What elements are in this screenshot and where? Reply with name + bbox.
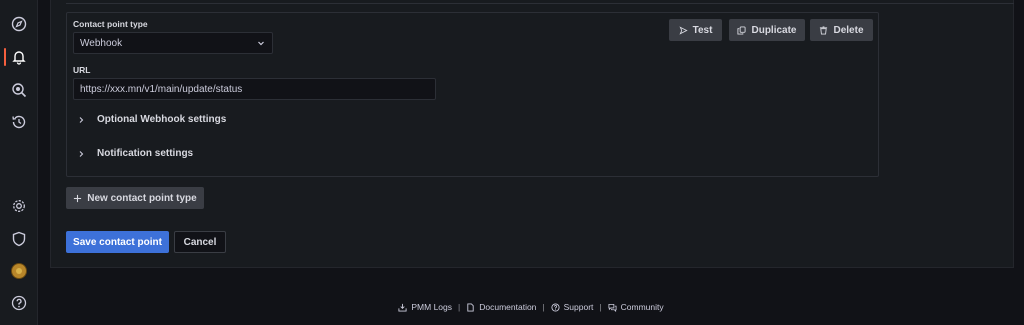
save-contact-point-label: Save contact point — [73, 236, 162, 248]
duplicate-label: Duplicate — [751, 24, 797, 36]
plus-icon — [74, 194, 82, 202]
gear-icon[interactable] — [9, 196, 29, 216]
footer-separator: | — [458, 302, 461, 312]
new-contact-point-type-button[interactable]: New contact point type — [66, 187, 204, 209]
chevron-down-icon — [258, 41, 264, 46]
contact-point-card: Contact point type Webhook URL https://x… — [66, 12, 879, 177]
send-icon — [679, 25, 688, 35]
copy-icon — [737, 25, 747, 35]
notification-settings-toggle[interactable]: Notification settings — [77, 148, 193, 159]
url-input[interactable]: https://xxx.mn/v1/main/update/status — [73, 78, 436, 100]
chevron-right-icon — [79, 150, 84, 157]
url-label: URL — [73, 65, 91, 75]
contact-point-type-select[interactable]: Webhook — [73, 32, 273, 54]
cancel-label: Cancel — [183, 236, 217, 248]
active-indicator — [4, 48, 6, 66]
avatar[interactable] — [9, 261, 29, 281]
community-link[interactable]: Community — [608, 302, 664, 312]
compass-icon[interactable] — [9, 14, 29, 34]
new-contact-point-type-label: New contact point type — [87, 192, 197, 204]
footer-separator: | — [542, 302, 545, 312]
sidebar — [0, 0, 38, 325]
search-zoom-icon[interactable] — [9, 80, 29, 100]
shield-icon[interactable] — [9, 229, 29, 249]
delete-label: Delete — [833, 24, 864, 36]
footer: PMM Logs | Documentation | Support | Com… — [0, 300, 1024, 314]
save-contact-point-button[interactable]: Save contact point — [66, 231, 169, 253]
previous-section-edge — [66, 0, 1014, 4]
support-link[interactable]: Support — [551, 302, 594, 312]
comments-icon — [608, 303, 617, 312]
contact-point-type-label: Contact point type — [73, 19, 148, 29]
optional-webhook-settings-label: Optional Webhook settings — [97, 114, 227, 125]
notification-settings-label: Notification settings — [97, 148, 194, 159]
history-icon[interactable] — [9, 112, 29, 132]
pmm-logs-link[interactable]: PMM Logs — [398, 302, 452, 312]
bell-icon[interactable] — [9, 47, 29, 67]
optional-webhook-settings-toggle[interactable]: Optional Webhook settings — [77, 114, 226, 125]
documentation-label: Documentation — [479, 302, 537, 312]
community-label: Community — [620, 302, 664, 312]
support-label: Support — [563, 302, 594, 312]
url-value: https://xxx.mn/v1/main/update/status — [80, 84, 243, 95]
duplicate-button[interactable]: Duplicate — [729, 19, 805, 41]
trash-icon — [820, 25, 828, 35]
documentation-link[interactable]: Documentation — [466, 302, 536, 312]
contact-point-type-value: Webhook — [80, 38, 123, 49]
cancel-button[interactable]: Cancel — [174, 231, 226, 253]
delete-button[interactable]: Delete — [810, 19, 873, 41]
document-icon — [467, 302, 474, 312]
chevron-right-icon — [79, 116, 84, 123]
pmm-logs-label: PMM Logs — [411, 302, 453, 312]
footer-separator: | — [599, 302, 602, 312]
question-circle-icon — [551, 302, 560, 312]
download-icon — [398, 303, 407, 312]
test-button[interactable]: Test — [669, 19, 722, 41]
test-label: Test — [692, 24, 713, 36]
